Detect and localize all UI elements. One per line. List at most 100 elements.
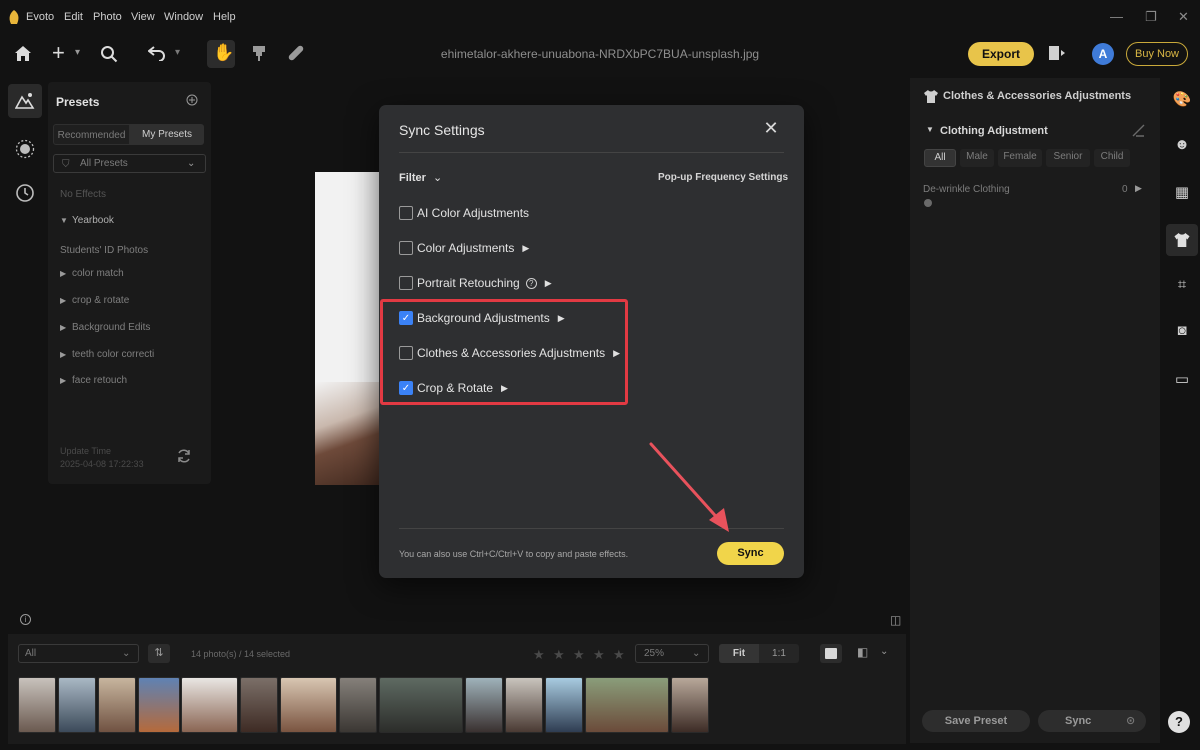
- avatar[interactable]: A: [1092, 43, 1114, 65]
- eraser-icon[interactable]: [1132, 124, 1145, 137]
- close-icon[interactable]: ✕: [762, 119, 780, 137]
- thumbnail-8[interactable]: [339, 677, 377, 733]
- background-icon[interactable]: ▦: [1172, 183, 1192, 203]
- preset-item-crop-rotate[interactable]: ▶ crop & rotate: [60, 295, 129, 306]
- sync-option-label: Color Adjustments: [417, 241, 515, 255]
- one-to-one-button[interactable]: 1:1: [759, 644, 799, 663]
- highlight-box: [380, 299, 628, 405]
- preset-item-color-match[interactable]: ▶ color match: [60, 268, 124, 279]
- photo-preview[interactable]: [315, 172, 385, 485]
- preset-item-label: teeth color correcti: [72, 349, 155, 360]
- evoto-logo-icon: [9, 10, 19, 24]
- thumbnail-4[interactable]: [138, 677, 180, 733]
- expand-caret-icon[interactable]: ▶: [522, 243, 529, 254]
- star-icon[interactable]: ★: [573, 647, 585, 663]
- sync-options-icon[interactable]: ⊙: [1126, 710, 1135, 732]
- triangle-right-icon[interactable]: ▶: [1135, 183, 1142, 194]
- filmstrip-filter-value: All: [25, 648, 37, 659]
- divider: [399, 152, 784, 153]
- slider-label: De-wrinkle Clothing: [923, 184, 1010, 195]
- single-view-button[interactable]: [820, 644, 842, 663]
- chip-child[interactable]: Child: [1094, 149, 1130, 167]
- menu-view[interactable]: View: [131, 11, 155, 23]
- sync-option-0[interactable]: AI Color Adjustments: [399, 203, 529, 223]
- thumbnail-7[interactable]: [280, 677, 337, 733]
- thumbnail-10[interactable]: [465, 677, 503, 733]
- preset-item-background-edits[interactable]: ▶ Background Edits: [60, 322, 150, 333]
- chip-female[interactable]: Female: [998, 149, 1042, 167]
- slider-handle[interactable]: [924, 199, 932, 207]
- refresh-icon[interactable]: [176, 448, 192, 464]
- maximize-icon[interactable]: ❐: [1145, 9, 1157, 25]
- checkbox[interactable]: [399, 241, 413, 255]
- star-icon[interactable]: ★: [593, 647, 605, 663]
- menu-photo[interactable]: Photo: [93, 11, 122, 23]
- thumbnail-14[interactable]: [671, 677, 709, 733]
- no-effects[interactable]: No Effects: [60, 189, 106, 200]
- folder-icon[interactable]: ▭: [1172, 370, 1192, 390]
- thumbnail-2[interactable]: [58, 677, 96, 733]
- checkbox[interactable]: [399, 276, 413, 290]
- info-icon[interactable]: i: [20, 614, 31, 625]
- preset-filter-select[interactable]: ⛉ All Presets ⌄: [53, 154, 206, 173]
- star-icon[interactable]: ★: [613, 647, 625, 663]
- menu-help[interactable]: Help: [213, 11, 236, 23]
- star-icon[interactable]: ★: [533, 647, 545, 663]
- chip-senior[interactable]: Senior: [1046, 149, 1090, 167]
- chip-male[interactable]: Male: [960, 149, 994, 167]
- chevron-down-icon: ⌄: [432, 172, 443, 184]
- history-icon[interactable]: [15, 183, 35, 203]
- filmstrip-filter-select[interactable]: All ⌄: [18, 644, 139, 663]
- sync-option-1[interactable]: Color Adjustments ▶: [399, 238, 529, 258]
- portrait-icon[interactable]: ☻: [1172, 136, 1192, 156]
- expand-caret-icon[interactable]: ▶: [545, 278, 552, 289]
- thumbnail-5[interactable]: [181, 677, 238, 733]
- chevron-down-icon[interactable]: ⌄: [880, 646, 888, 657]
- minimize-icon[interactable]: —: [1110, 9, 1123, 24]
- compare-view-icon[interactable]: [1048, 45, 1066, 61]
- export-button[interactable]: Export: [968, 42, 1034, 66]
- thumbnail-13[interactable]: [585, 677, 669, 733]
- tab-recommended[interactable]: Recommended: [53, 124, 130, 145]
- thumbnail-9[interactable]: [379, 677, 463, 733]
- shirt-icon: [1174, 233, 1190, 247]
- thumbnail-1[interactable]: [18, 677, 56, 733]
- thumbnail-11[interactable]: [505, 677, 543, 733]
- preset-item-teeth[interactable]: ▶ teeth color correcti: [60, 349, 154, 360]
- sync-panel-button[interactable]: Sync ⊙: [1038, 710, 1146, 732]
- help-icon[interactable]: ?: [1168, 711, 1190, 733]
- save-preset-button[interactable]: Save Preset: [922, 710, 1030, 732]
- thumbnail-12[interactable]: [545, 677, 583, 733]
- slider-value[interactable]: 0: [1122, 184, 1128, 195]
- tab-my-presets[interactable]: My Presets: [130, 124, 204, 145]
- thumbnail-6[interactable]: [240, 677, 278, 733]
- effects-sun-icon[interactable]: [15, 139, 35, 159]
- panel-toggle-icon[interactable]: ◫: [890, 613, 901, 627]
- presets-rail-button[interactable]: [8, 84, 42, 118]
- filter-dropdown[interactable]: Filter ⌄: [399, 171, 442, 184]
- add-preset-icon[interactable]: [186, 94, 198, 106]
- menu-window[interactable]: Window: [164, 11, 203, 23]
- yearbook-folder[interactable]: ▼ Yearbook: [60, 215, 114, 226]
- chip-all[interactable]: All: [924, 149, 956, 167]
- buy-now-button[interactable]: Buy Now: [1126, 42, 1188, 66]
- checkbox[interactable]: [399, 206, 413, 220]
- preset-item-face-retouch[interactable]: ▶ face retouch: [60, 375, 127, 386]
- sort-icon[interactable]: ⇅: [148, 644, 170, 663]
- popup-frequency-settings-link[interactable]: Pop-up Frequency Settings: [658, 172, 788, 183]
- triangle-down-icon[interactable]: ▼: [926, 125, 934, 134]
- compare-mode-icon[interactable]: ◧: [857, 645, 868, 659]
- palette-icon[interactable]: 🎨: [1172, 90, 1192, 110]
- help-circle-icon[interactable]: ?: [525, 277, 537, 289]
- sync-option-2[interactable]: Portrait Retouching? ▶: [399, 273, 552, 293]
- menu-edit[interactable]: Edit: [64, 11, 83, 23]
- star-icon[interactable]: ★: [553, 647, 565, 663]
- thumbnail-3[interactable]: [98, 677, 136, 733]
- sync-button[interactable]: Sync: [717, 542, 784, 565]
- clothes-rail-button[interactable]: [1166, 224, 1198, 256]
- camera-icon[interactable]: ◙: [1172, 322, 1192, 342]
- zoom-select[interactable]: 25% ⌄: [635, 644, 709, 663]
- crop-icon[interactable]: ⌗: [1172, 276, 1192, 296]
- fit-button[interactable]: Fit: [719, 644, 759, 663]
- window-close-icon[interactable]: ✕: [1178, 9, 1189, 25]
